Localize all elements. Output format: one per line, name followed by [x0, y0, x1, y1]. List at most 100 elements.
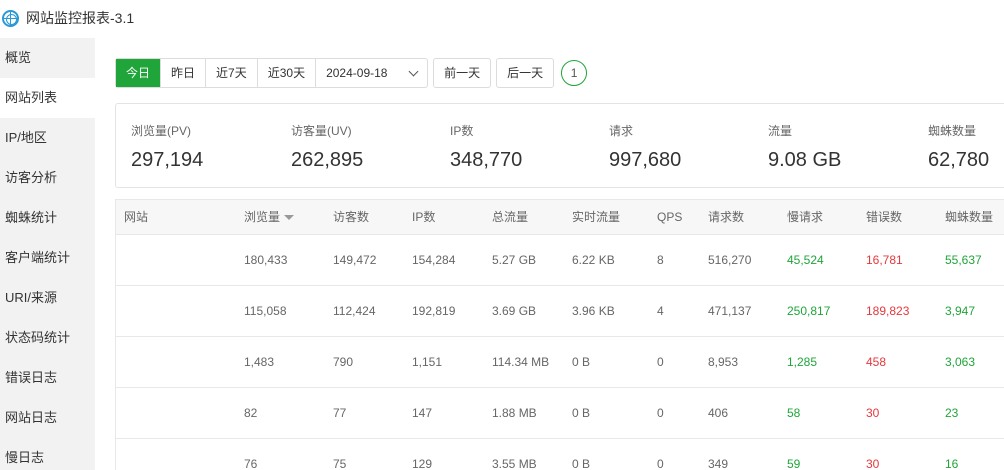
table-cell: 3,063 — [945, 355, 976, 369]
stat-spiders: 蜘蛛数量 62,780 — [928, 122, 989, 172]
table-cell: 0 B — [572, 355, 591, 369]
table-row[interactable]: 1,483 790 1,151 114.34 MB 0 B 0 8,953 1,285 458 3… — [116, 337, 1004, 388]
table-cell: 112,424 — [333, 304, 376, 318]
column-header[interactable]: 请求数 — [708, 200, 744, 235]
table-cell: 8,953 — [708, 355, 739, 369]
table-cell: 458 — [866, 355, 887, 369]
table-cell: 76 — [244, 457, 258, 470]
prev-day-button[interactable]: 前一天 — [433, 58, 492, 88]
stat-value: 997,680 — [609, 149, 682, 171]
table-cell: 4 — [657, 304, 664, 318]
table-cell: 0 — [657, 355, 664, 369]
column-header-label: 实时流量 — [572, 210, 621, 224]
stat-value: 262,895 — [291, 149, 364, 171]
table-cell: 5.27 GB — [492, 253, 537, 267]
column-header[interactable]: 浏览量 — [244, 200, 295, 235]
table-cell: 1,285 — [787, 355, 818, 369]
table-cell: 3.69 GB — [492, 304, 537, 318]
table-cell: 55,637 — [945, 253, 982, 267]
stat-traffic: 流量 9.08 GB — [768, 122, 841, 172]
table-cell: 0 — [657, 406, 664, 420]
column-header[interactable]: 蜘蛛数量 — [945, 200, 993, 235]
sidebar-item[interactable]: 错误日志 — [0, 358, 95, 398]
table-cell: 189,823 — [866, 304, 910, 318]
table-cell: 16,781 — [866, 253, 903, 267]
table-cell: 192,819 — [412, 304, 456, 318]
table-cell: 0 B — [572, 406, 591, 420]
column-header-label: IP数 — [412, 210, 436, 224]
sidebar-item[interactable]: 状态码统计 — [0, 318, 95, 358]
table-cell: 30 — [866, 406, 880, 420]
sidebar-item[interactable]: 访客分析 — [0, 158, 95, 198]
table-cell: 30 — [866, 457, 880, 470]
refresh-badge[interactable]: 1 — [561, 60, 588, 86]
stat-label: 流量 — [768, 124, 793, 138]
sort-desc-icon[interactable] — [284, 215, 295, 221]
range-button[interactable]: 近7天 — [206, 59, 258, 87]
table-row[interactable]: 115,058 112,424 192,819 3.69 GB 3.96 KB 4 471,… — [116, 286, 1004, 337]
sidebar-item[interactable]: 概览 — [0, 38, 95, 78]
stat-label: IP数 — [450, 124, 474, 138]
column-header-label: 请求数 — [708, 210, 745, 224]
range-button[interactable]: 今日 — [116, 59, 162, 87]
table-row[interactable]: 82 77 147 1.88 MB 0 B 0 406 58 30 23 — [116, 388, 1004, 439]
table-cell: 147 — [412, 406, 433, 420]
stat-uv: 访客量(UV) 262,895 — [291, 122, 363, 172]
stat-value: 348,770 — [450, 149, 523, 171]
table-cell: 0 B — [572, 457, 591, 470]
table-cell: 114.34 MB — [492, 355, 550, 369]
range-button[interactable]: 昨日 — [161, 59, 207, 87]
column-header: 网站 — [124, 200, 148, 235]
window-title: 网站监控报表-3.1 — [26, 10, 135, 26]
table-cell: 16 — [945, 457, 959, 470]
column-header-label: 错误数 — [866, 210, 903, 224]
stat-label: 请求 — [609, 124, 634, 138]
sidebar-item[interactable]: 蜘蛛统计 — [0, 198, 95, 238]
table-cell: 23 — [945, 406, 959, 420]
table-row[interactable]: 180,433 149,472 154,284 5.27 GB 6.22 KB 8 516,… — [116, 235, 1004, 286]
sidebar-item[interactable]: URI/来源 — [0, 278, 95, 318]
table-header: 网站 浏览量 访客数 IP数 总流量 实时流量 QPS 请求数 慢请求 错误数 蜘蛛数量 — [116, 200, 1004, 235]
table-row[interactable]: 76 75 129 3.55 MB 0 B 0 349 59 30 16 — [116, 439, 1004, 470]
sidebar-item[interactable]: 慢日志 — [0, 438, 95, 470]
table-cell: 45,524 — [787, 253, 824, 267]
date-picker-value: 2024-09-18 — [326, 66, 388, 80]
table-cell: 3.96 KB — [572, 304, 615, 318]
column-header[interactable]: IP数 — [412, 200, 435, 235]
stat-value: 62,780 — [928, 149, 990, 171]
table-cell: 154,284 — [412, 253, 456, 267]
table-cell: 1,483 — [244, 355, 275, 369]
column-header[interactable]: 错误数 — [866, 200, 902, 235]
table-cell: 471,137 — [708, 304, 752, 318]
chevron-down-icon — [408, 66, 419, 76]
table-cell: 1,151 — [412, 355, 443, 369]
column-header[interactable]: 慢请求 — [787, 200, 823, 235]
table-cell: 406 — [708, 406, 729, 420]
date-toolbar: 今日 昨日 近7天 近30天 2024-09-18 前一天 后一天 1 — [115, 58, 588, 88]
sidebar-item[interactable]: 网站列表 — [0, 78, 95, 118]
column-header[interactable]: 总流量 — [492, 200, 528, 235]
table-cell: 3.55 MB — [492, 457, 537, 470]
app-logo-icon — [2, 9, 19, 27]
table-cell: 516,270 — [708, 253, 752, 267]
title-bar: 网站监控报表-3.1 — [0, 0, 1004, 36]
column-header[interactable]: 实时流量 — [572, 200, 620, 235]
sidebar-item[interactable]: 网站日志 — [0, 398, 95, 438]
table-cell: 129 — [412, 457, 433, 470]
sidebar-item[interactable]: IP/地区 — [0, 118, 95, 158]
stat-value: 9.08 GB — [768, 149, 842, 171]
stat-requests: 请求 997,680 — [609, 122, 681, 172]
column-header[interactable]: 访客数 — [333, 200, 369, 235]
column-header[interactable]: QPS — [657, 200, 682, 235]
stat-label: 访客量(UV) — [291, 124, 352, 138]
table-cell: 790 — [333, 355, 354, 369]
sidebar-item[interactable]: 客户端统计 — [0, 238, 95, 278]
next-day-button[interactable]: 后一天 — [496, 58, 555, 88]
column-header-label: 总流量 — [492, 210, 529, 224]
range-button[interactable]: 近30天 — [257, 59, 317, 87]
table-cell: 58 — [787, 406, 801, 420]
date-range-group: 今日 昨日 近7天 近30天 2024-09-18 — [115, 58, 429, 88]
date-picker[interactable]: 2024-09-18 — [316, 59, 427, 87]
table-cell: 82 — [244, 406, 258, 420]
table-cell: 250,817 — [787, 304, 831, 318]
